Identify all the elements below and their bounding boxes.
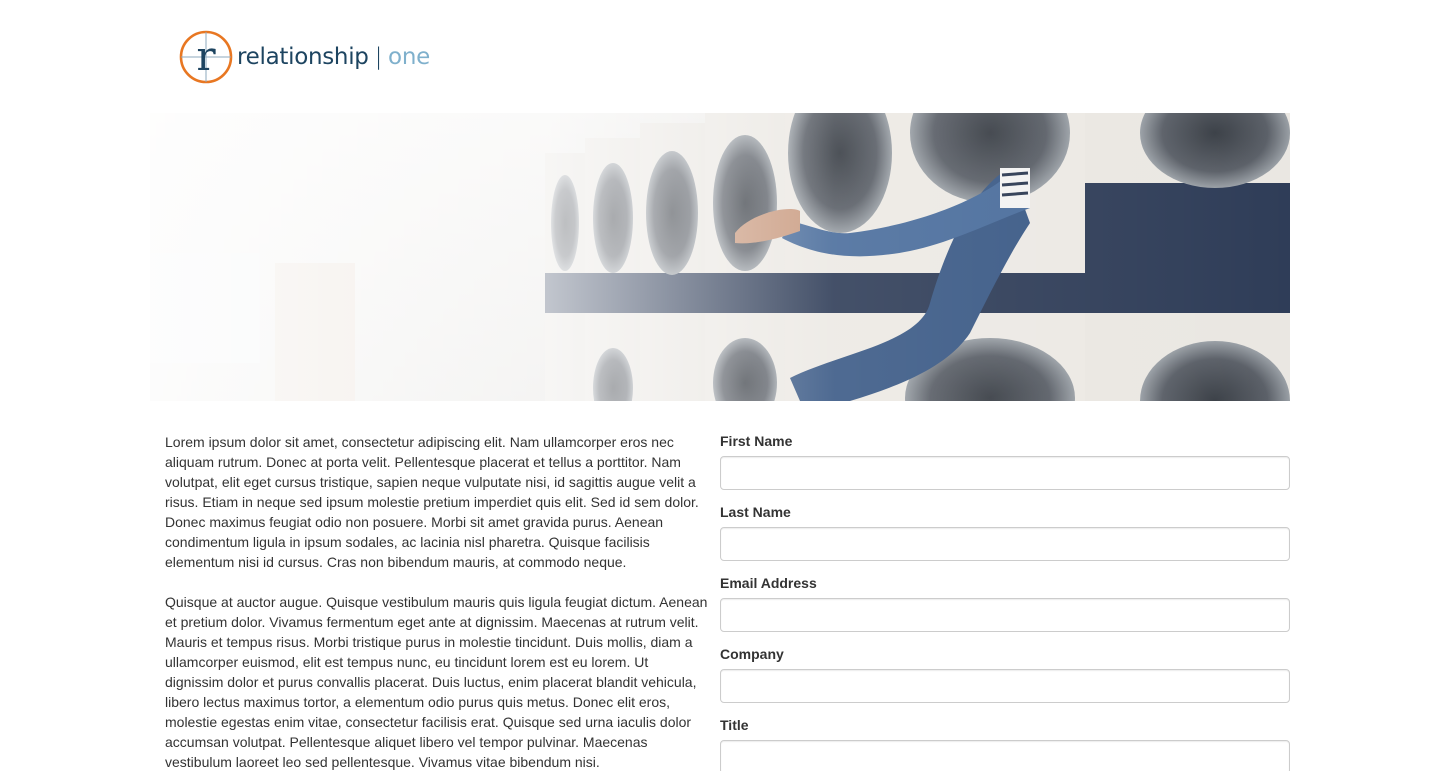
field-last-name: Last Name (720, 503, 1290, 561)
first-name-input[interactable] (720, 456, 1290, 490)
field-company: Company (720, 645, 1290, 703)
logo-ring-icon: r (179, 30, 233, 84)
logo-letter: r (196, 34, 216, 80)
field-first-name: First Name (720, 432, 1290, 490)
laundromat-photo-icon (150, 113, 1290, 401)
field-title: Title (720, 716, 1290, 771)
company-label: Company (720, 646, 784, 662)
last-name-input[interactable] (720, 527, 1290, 561)
first-name-label: First Name (720, 433, 793, 449)
brand-logo[interactable]: r relationship | one (179, 29, 430, 85)
title-label: Title (720, 717, 749, 733)
field-email: Email Address (720, 574, 1290, 632)
company-input[interactable] (720, 669, 1290, 703)
title-input[interactable] (720, 740, 1290, 771)
hero-laundromat-image (150, 113, 1290, 401)
email-label: Email Address (720, 575, 817, 591)
body-copy: Lorem ipsum dolor sit amet, consectetur … (165, 432, 710, 771)
paragraph: Quisque at auctor augue. Quisque vestibu… (165, 594, 708, 770)
landing-page: r relationship | one Lorem ipsum dolor s… (0, 0, 1437, 771)
logo-wordmark: relationship | one (237, 44, 430, 70)
paragraph: Lorem ipsum dolor sit amet, consectetur … (165, 434, 699, 570)
logo-separator: | (374, 44, 383, 70)
last-name-label: Last Name (720, 504, 791, 520)
logo-word-secondary: one (388, 44, 430, 70)
signup-form: First Name Last Name Email Address Compa… (720, 432, 1290, 771)
logo-word-primary: relationship (237, 44, 369, 70)
email-input[interactable] (720, 598, 1290, 632)
